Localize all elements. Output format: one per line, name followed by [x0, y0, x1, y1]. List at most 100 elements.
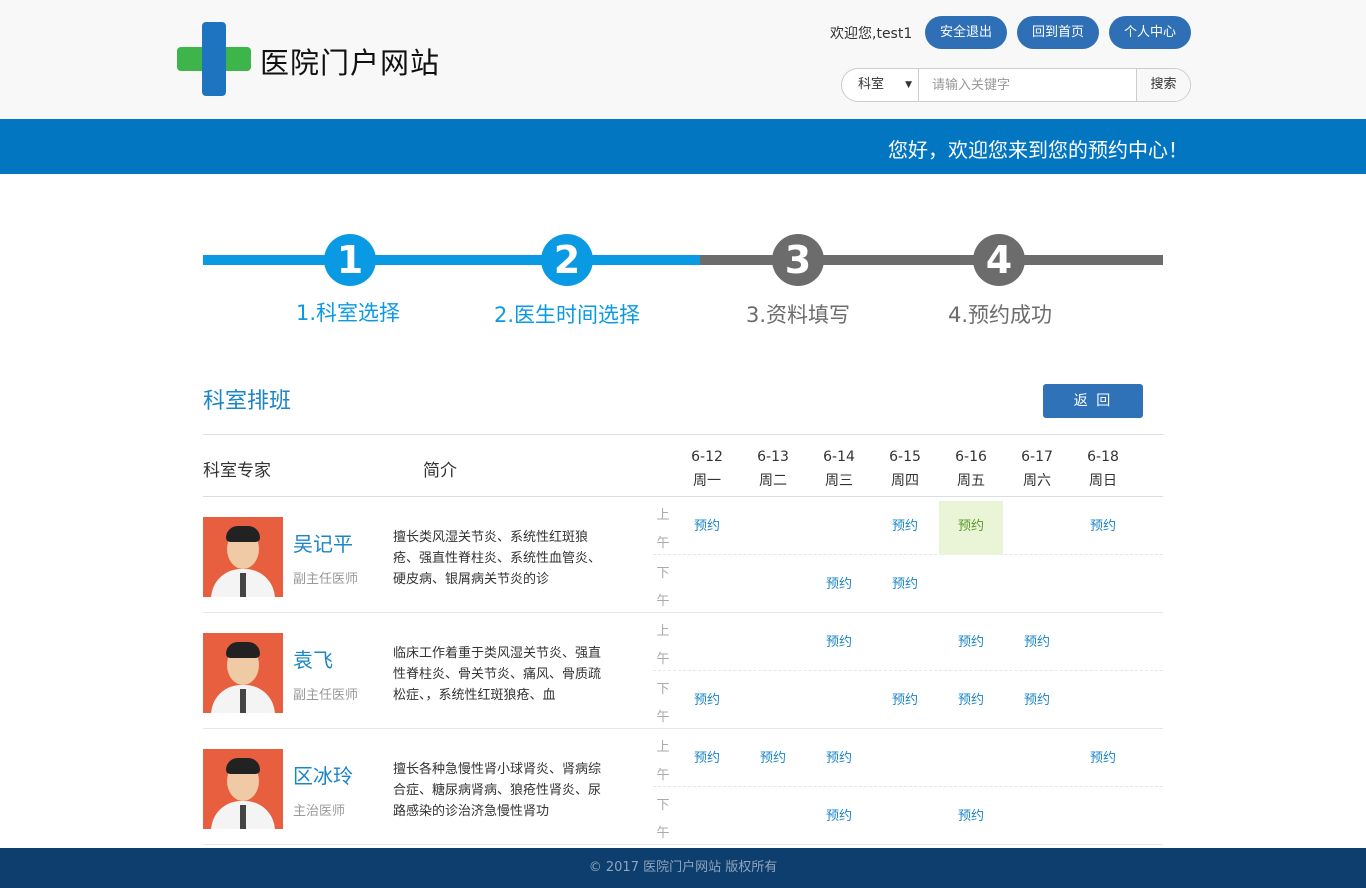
day-date: 6-13 [757, 449, 789, 465]
day-weekday: 周四 [891, 473, 919, 489]
step-2-label: 2.医生时间选择 [493, 303, 641, 327]
book-slot-link[interactable]: 预约 [1005, 617, 1069, 671]
day-header: 6-17 周六 [1017, 445, 1057, 493]
footer: © 2017 医院门户网站 版权所有 [0, 848, 1366, 888]
morning-slots: 上午 预约 预约 预约 [653, 613, 1163, 671]
search-input[interactable] [920, 69, 1137, 101]
schedule-title: 科室排班 [203, 389, 292, 414]
book-slot-link[interactable]: 预约 [873, 559, 937, 613]
day-weekday: 周一 [693, 473, 721, 489]
day-header: 6-12 周一 [687, 445, 727, 493]
book-slot-link[interactable]: 预约 [807, 617, 871, 671]
profile-button[interactable]: 个人中心 [1109, 16, 1191, 49]
book-slot-link[interactable]: 预约 [807, 791, 871, 845]
doctor-title: 副主任医师 [293, 572, 359, 587]
afternoon-label: 下午 [656, 682, 670, 725]
day-date: 6-16 [955, 449, 987, 465]
day-header: 6-15 周四 [885, 445, 925, 493]
book-slot-link[interactable]: 预约 [873, 675, 937, 729]
doctor-row: 吴记平副主任医师 擅长类风湿关节炎、系统性红斑狼疮、强直性脊柱炎、系统性血管炎、硬… [203, 497, 1163, 613]
step-4-circle: 4 [973, 234, 1025, 286]
book-slot-link[interactable]: 预约 [1071, 501, 1135, 555]
logout-button[interactable]: 安全退出 [925, 16, 1007, 49]
copyright-text: © 2017 医院门户网站 版权所有 [588, 860, 778, 875]
afternoon-slots: 下午 预约 预约 [653, 555, 1163, 613]
banner-text: 您好，欢迎您来到您的预约中心！ [888, 138, 1188, 162]
book-slot-link[interactable]: 预约 [1005, 675, 1069, 729]
progress-bar-done [203, 255, 700, 265]
step-1-label: 1.科室选择 [295, 301, 401, 325]
morning-label: 上午 [656, 740, 670, 783]
intro-column-header: 简介 [423, 461, 457, 481]
doctor-photo [203, 749, 283, 829]
doctor-row: 袁飞副主任医师 临床工作着重于类风湿关节炎、强直性脊柱炎、骨关节炎、痛风、骨质疏松… [203, 613, 1163, 729]
book-slot-link[interactable]: 预约 [807, 559, 871, 613]
day-date: 6-18 [1087, 449, 1119, 465]
booking-progress: 1 2 3 4 1.科室选择 2.医生时间选择 3.资料填写 4.预约成功 [203, 230, 1163, 340]
back-button[interactable]: 返 回 [1043, 384, 1143, 418]
day-date: 6-12 [691, 449, 723, 465]
welcome-banner: 您好，欢迎您来到您的预约中心！ [0, 119, 1366, 174]
step-3-label: 3.资料填写 [745, 303, 851, 327]
doctor-name[interactable]: 区冰玲 [293, 760, 353, 789]
step-4-label: 4.预约成功 [947, 303, 1053, 327]
welcome-text: 欢迎您,test1 [830, 26, 913, 42]
progress-bar-remaining [700, 255, 1163, 265]
morning-slots: 上午 预约 预约 预约 预约 [653, 729, 1163, 787]
morning-label: 上午 [656, 624, 670, 667]
book-slot-link[interactable]: 预约 [675, 733, 739, 787]
day-weekday: 周五 [957, 473, 985, 489]
search-category-select[interactable]: 科室 ▼ [842, 69, 919, 101]
doctor-name[interactable]: 袁飞 [293, 644, 333, 673]
day-date: 6-14 [823, 449, 855, 465]
book-slot-link[interactable]: 预约 [939, 791, 1003, 845]
afternoon-slots: 下午 预约 预约 [653, 787, 1163, 845]
day-header: 6-14 周三 [819, 445, 859, 493]
doctor-intro: 擅长各种急慢性肾小球肾炎、肾病综合症、糖尿病肾病、狼疮性肾炎、尿路感染的诊治济急… [393, 762, 602, 819]
book-slot-link[interactable]: 预约 [939, 675, 1003, 729]
day-header: 6-13 周二 [753, 445, 793, 493]
day-header: 6-16 周五 [951, 445, 991, 493]
search-bar: 科室 ▼ 搜索 [841, 68, 1191, 102]
step-2-circle: 2 [541, 234, 593, 286]
doctor-intro: 擅长类风湿关节炎、系统性红斑狼疮、强直性脊柱炎、系统性血管炎、硬皮病、银屑病关节… [393, 530, 602, 587]
day-header: 6-18 周日 [1083, 445, 1123, 493]
doctor-photo [203, 633, 283, 713]
schedule-header: 科室专家 简介 6-12 周一 6-13 周二 6-14 周三 6-15 周四 6-16 周五 6-… [203, 434, 1163, 497]
book-slot-link[interactable]: 预约 [939, 501, 1003, 555]
book-slot-link[interactable]: 预约 [873, 501, 937, 555]
day-date: 6-15 [889, 449, 921, 465]
afternoon-label: 下午 [656, 566, 670, 609]
doctor-photo [203, 517, 283, 597]
chevron-down-icon: ▼ [905, 80, 912, 90]
book-slot-link[interactable]: 预约 [939, 617, 1003, 671]
day-weekday: 周日 [1089, 473, 1117, 489]
day-date: 6-17 [1021, 449, 1053, 465]
book-slot-link[interactable]: 预约 [741, 733, 805, 787]
medical-cross-icon [177, 22, 251, 96]
doctor-title: 副主任医师 [293, 688, 359, 703]
book-slot-link[interactable]: 预约 [807, 733, 871, 787]
experts-column-header: 科室专家 [203, 461, 271, 481]
book-slot-link[interactable]: 预约 [675, 675, 739, 729]
site-header: 医院门户网站 欢迎您,test1 安全退出 回到首页 个人中心 科室 ▼ 搜索 [0, 0, 1366, 119]
afternoon-label: 下午 [656, 798, 670, 841]
doctor-name[interactable]: 吴记平 [293, 528, 353, 557]
day-weekday: 周六 [1023, 473, 1051, 489]
home-button[interactable]: 回到首页 [1017, 16, 1099, 49]
search-button[interactable]: 搜索 [1136, 69, 1190, 101]
day-weekday: 周三 [825, 473, 853, 489]
search-category-value: 科室 [858, 77, 885, 92]
morning-slots: 上午 预约 预约 预约 预约 [653, 497, 1163, 555]
step-1-circle: 1 [324, 234, 376, 286]
book-slot-link[interactable]: 预约 [675, 501, 739, 555]
site-name: 医院门户网站 [260, 46, 441, 80]
book-slot-link[interactable]: 预约 [1071, 733, 1135, 787]
doctor-row: 区冰玲 主治医师 擅长各种急慢性肾小球肾炎、肾病综合症、糖尿病肾病、狼疮性肾炎、尿路… [203, 729, 1163, 845]
day-weekday: 周二 [759, 473, 787, 489]
afternoon-slots: 下午 预约 预约 预约 预约 [653, 671, 1163, 729]
doctor-intro: 临床工作着重于类风湿关节炎、强直性脊柱炎、骨关节炎、痛风、骨质疏松症、，系统性红… [393, 646, 602, 703]
site-logo[interactable]: 医院门户网站 [177, 22, 452, 96]
morning-label: 上午 [656, 508, 670, 551]
step-3-circle: 3 [772, 234, 824, 286]
